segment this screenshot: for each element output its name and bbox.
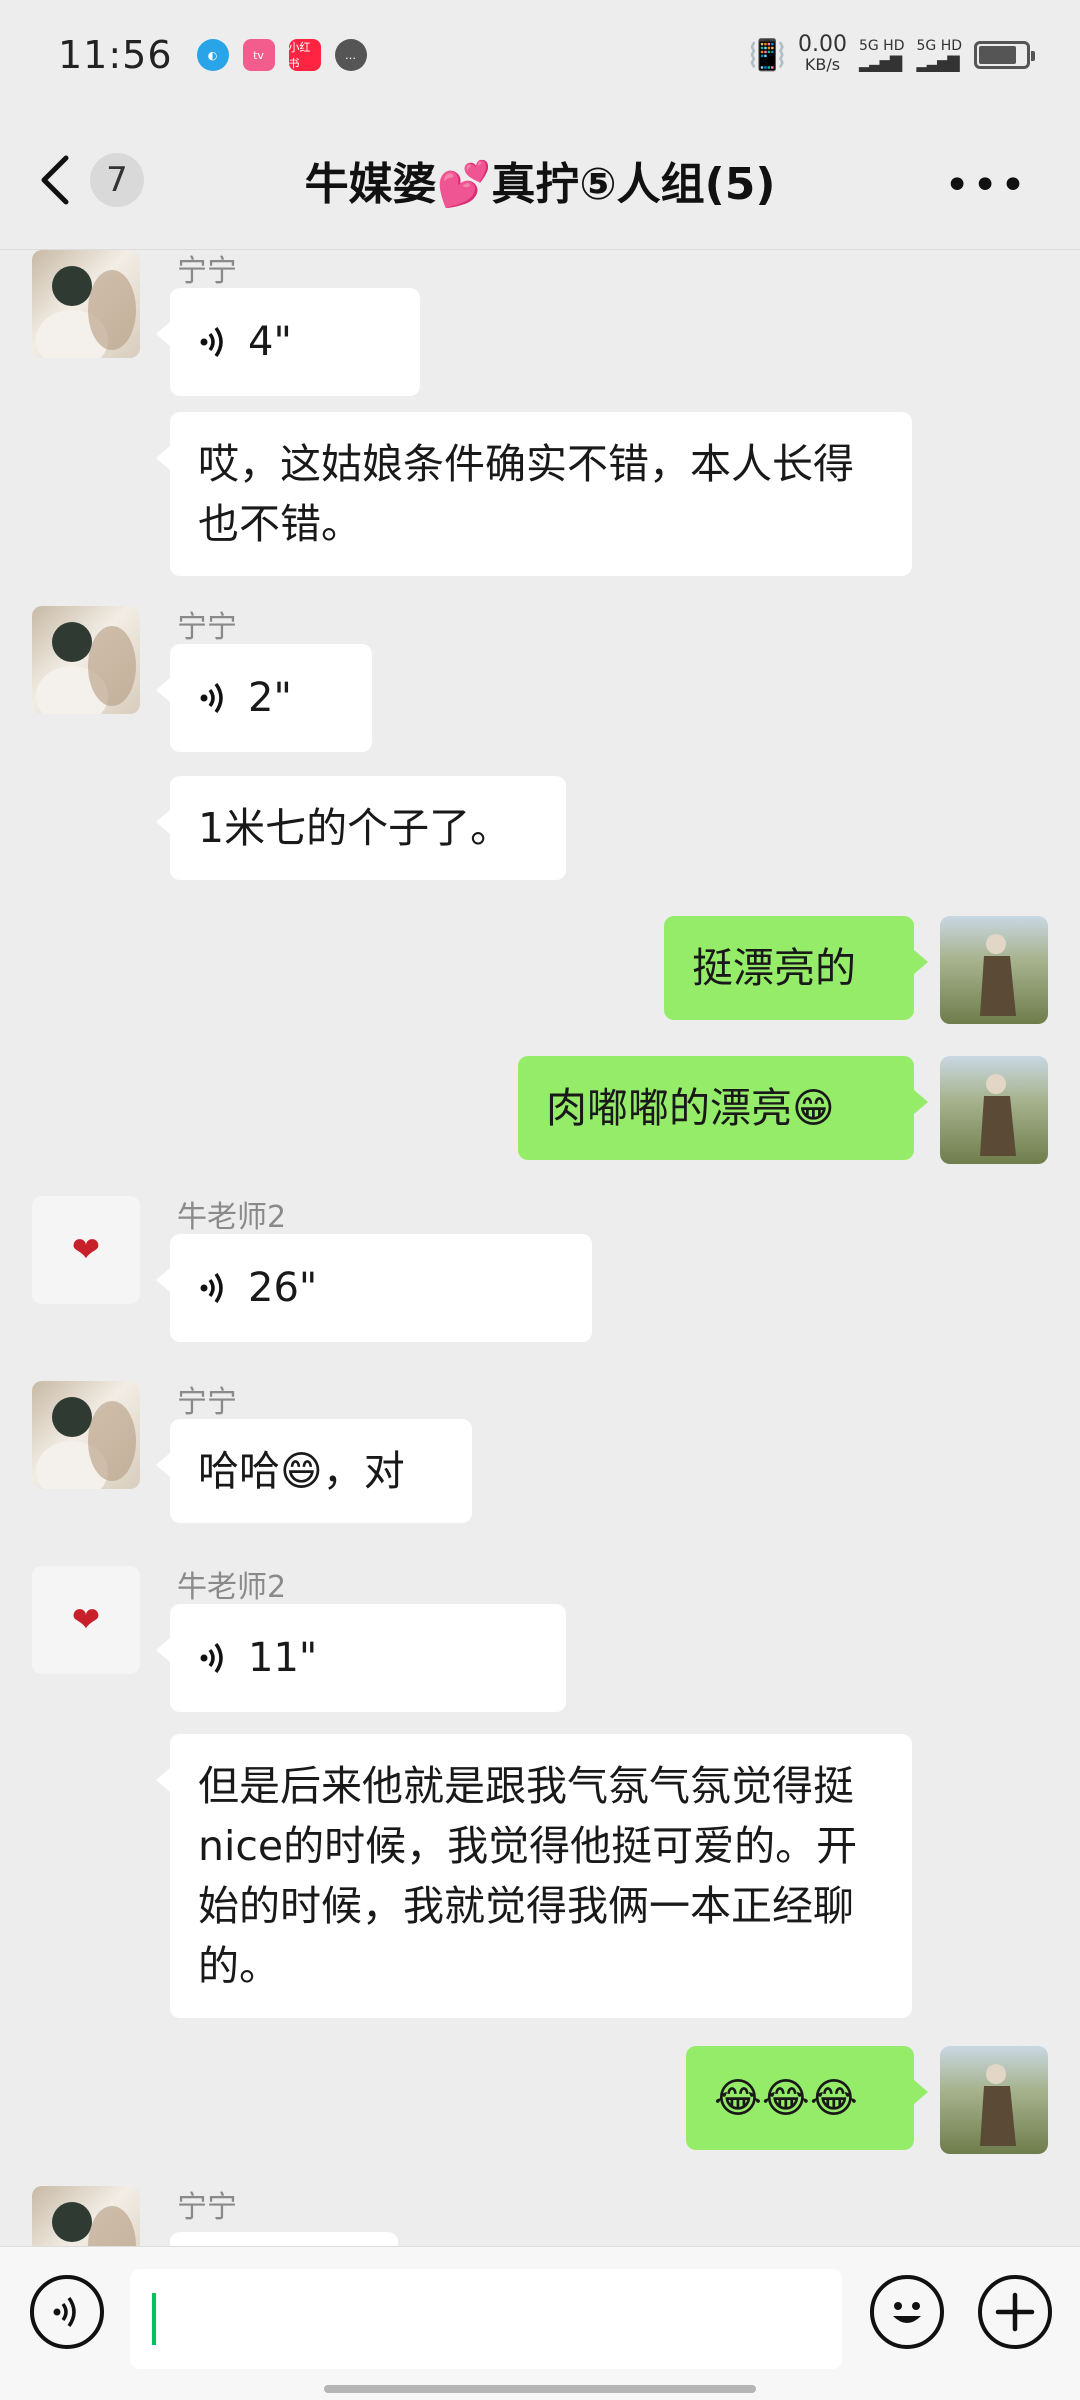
avatar-me[interactable] [940, 916, 1048, 1024]
voice-wave-icon [200, 682, 223, 714]
message-text: 1米七的个子了。 [198, 804, 512, 852]
input-bar [0, 2246, 1080, 2400]
chat-header: 7 牛媒婆💕真拧⑤人组(5) ••• [0, 110, 1080, 250]
person-photo-icon [980, 934, 1016, 1016]
status-left: 11:56 ◐ tv 小红书 … [58, 33, 367, 77]
avatar-niu-laoshi[interactable]: ❤ [32, 1566, 140, 1674]
chat-title: 牛媒婆💕真拧⑤人组(5) [304, 158, 776, 210]
message-app-icon: … [334, 39, 367, 71]
heart-icon: ❤ [71, 1600, 101, 1640]
signal-bars-icon: ▂▃▅▇ [916, 52, 959, 72]
xiaohongshu-app-icon: 小红书 [288, 39, 321, 71]
status-bar: 11:56 ◐ tv 小红书 … 📳 0.00 KB/s 5G HD ▂▃▅▇ … [0, 0, 1080, 110]
voice-duration: 4" [248, 319, 292, 365]
plus-icon [995, 2292, 1035, 2332]
avatar-me[interactable] [940, 2046, 1048, 2154]
emoji-button[interactable] [870, 2275, 944, 2349]
voice-wave-icon [200, 1272, 223, 1304]
message-input[interactable] [130, 2269, 842, 2369]
text-message-bubble[interactable]: 哎，这姑娘条件确实不错，本人长得也不错。 [156, 412, 912, 576]
avatar-ningning[interactable] [32, 606, 140, 714]
battery-icon [974, 41, 1035, 69]
text-message-bubble[interactable]: 肉嘟嘟的漂亮😁 [518, 1056, 928, 1160]
status-time: 11:56 [58, 33, 173, 77]
person-photo-icon [52, 2202, 136, 2246]
more-options-button[interactable]: ••• [944, 160, 1028, 211]
signal-bars-icon: ▂▃▅▇ [858, 52, 902, 72]
voice-message-bubble[interactable]: 4" [156, 288, 420, 396]
voice-duration: 11" [248, 1635, 318, 1681]
back-button[interactable]: 7 [36, 152, 144, 208]
voice-message-bubble[interactable]: 2" [156, 644, 372, 752]
sender-name: 宁宁 [177, 1385, 237, 1420]
network-speed: 0.00 KB/s [797, 32, 847, 75]
text-message-bubble[interactable]: 挺漂亮的 [664, 916, 928, 1020]
message-text: 但是后来他就是跟我气氛气氛觉得挺nice的时候，我觉得他挺可爱的。开始的时候，我… [198, 1762, 858, 1990]
person-photo-icon [36, 266, 136, 358]
unread-count-badge: 7 [90, 153, 144, 207]
text-caret [152, 2293, 156, 2345]
person-photo-icon [980, 1074, 1016, 1156]
person-photo-icon [36, 622, 136, 714]
bilibili-app-icon: tv [242, 39, 275, 71]
avatar-ningning[interactable] [32, 1381, 140, 1489]
sender-name: 宁宁 [177, 610, 237, 645]
avatar-niu-laoshi[interactable]: ❤ [32, 1196, 140, 1304]
person-photo-icon [980, 2064, 1016, 2146]
sender-name: 牛老师2 [177, 1570, 287, 1605]
vibrate-icon: 📳 [748, 37, 786, 73]
sim2-signal: 5G HD ▂▃▅▇ [916, 39, 962, 72]
heart-icon: ❤ [71, 1230, 101, 1270]
text-message-bubble[interactable]: 但是后来他就是跟我气氛气氛觉得挺nice的时候，我觉得他挺可爱的。开始的时候，我… [156, 1734, 912, 2018]
message-list[interactable]: 宁宁 4" 哎，这姑娘条件确实不错，本人长得也不错。 宁宁 2" 1米七的个子了… [0, 250, 1080, 2246]
sim1-label: 5G HD [858, 37, 905, 54]
voice-duration: 2" [248, 675, 292, 721]
text-message-bubble[interactable]: 😂😂😂 [686, 2046, 928, 2150]
plus-button[interactable] [978, 2275, 1052, 2349]
avatar-me[interactable] [940, 1056, 1048, 1164]
voice-message-bubble[interactable]: 11" [156, 1604, 566, 1712]
message-text: 😂😂😂 [714, 2074, 858, 2122]
message-text: 肉嘟嘟的漂亮😁 [546, 1084, 835, 1132]
avatar-ningning[interactable] [32, 2186, 140, 2246]
text-message-bubble[interactable]: 哈哈😄，对 [156, 1419, 472, 1523]
sender-name: 牛老师2 [177, 1200, 287, 1235]
chevron-left-icon [41, 155, 69, 205]
message-text: 哈哈😄，对 [198, 1447, 405, 1495]
sender-name: 宁宁 [177, 2190, 237, 2225]
avatar-ningning[interactable] [32, 250, 140, 358]
sender-name: 宁宁 [177, 254, 237, 289]
speed-value: 0.00 [797, 32, 847, 57]
message-text: 哎，这姑娘条件确实不错，本人长得也不错。 [198, 440, 854, 548]
battery-level [979, 46, 1016, 64]
voice-message-bubble[interactable]: 26" [156, 1234, 592, 1342]
partial-message-bubble[interactable] [170, 2232, 398, 2246]
message-text: 挺漂亮的 [692, 944, 856, 992]
sim2-label: 5G HD [916, 37, 962, 54]
browser-app-icon: ◐ [196, 39, 229, 71]
voice-wave-icon [53, 2296, 76, 2328]
voice-wave-icon [200, 326, 223, 358]
voice-duration: 26" [248, 1265, 318, 1311]
sim1-signal: 5G HD ▂▃▅▇ [859, 39, 905, 72]
person-photo-icon [36, 1397, 136, 1489]
voice-wave-icon [200, 1642, 223, 1674]
voice-mode-button[interactable] [30, 2275, 104, 2349]
smiley-icon [893, 2302, 921, 2323]
text-message-bubble[interactable]: 1米七的个子了。 [156, 776, 566, 880]
home-indicator[interactable] [324, 2385, 756, 2393]
speed-unit: KB/s [804, 55, 841, 74]
status-right: 📳 0.00 KB/s 5G HD ▂▃▅▇ 5G HD ▂▃▅▇ [748, 32, 1035, 75]
